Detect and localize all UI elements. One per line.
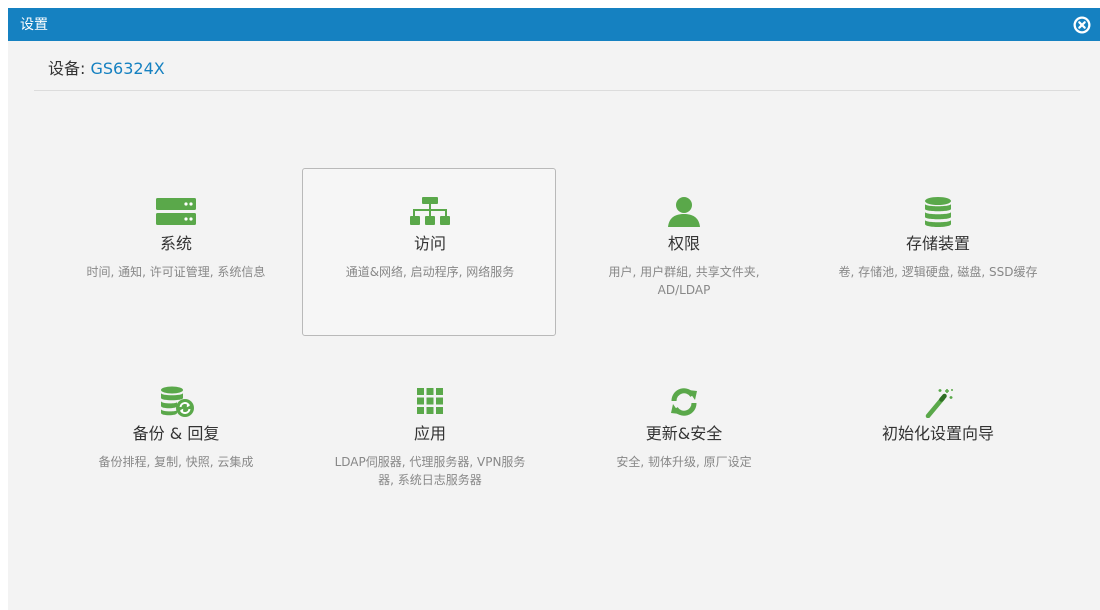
tile-backup-label: 备份 & 回复 (132, 424, 220, 443)
tile-apps-desc: LDAP伺服器, 代理服务器, VPN服务器, 系统日志服务器 (334, 455, 526, 487)
tile-access-desc: 通道&网络, 启动程序, 网络服务 (345, 265, 515, 279)
device-info: 设备: GS6324X (48, 59, 165, 79)
window-title: 设置 (20, 17, 48, 33)
database-icon (918, 196, 958, 228)
tile-setup-wizard-label: 初始化设置向导 (881, 424, 994, 443)
tile-permissions-label: 权限 (667, 234, 700, 253)
device-name: GS6324X (90, 59, 165, 78)
tile-permissions-desc: 用户, 用户群組, 共享文件夹, AD/LDAP (608, 265, 760, 297)
tile-backup[interactable]: 备份 & 回复 备份排程, 复制, 快照, 云集成 (48, 358, 302, 526)
tile-system[interactable]: 系统 时间, 通知, 许可证管理, 系统信息 (48, 168, 302, 336)
magic-wand-icon (918, 386, 958, 418)
tile-system-label: 系统 (159, 234, 192, 253)
tile-setup-wizard[interactable]: 初始化设置向导 (810, 358, 1064, 526)
backup-icon (156, 386, 196, 418)
device-label: 设备: (48, 59, 86, 78)
tile-system-desc: 时间, 通知, 许可证管理, 系统信息 (86, 265, 266, 279)
tile-apps-label: 应用 (413, 424, 446, 443)
tile-update-security[interactable]: 更新&安全 安全, 韧体升级, 原厂设定 (556, 358, 810, 526)
close-icon (1073, 16, 1091, 34)
settings-window: 设置 设备: GS6324X 系统 时间, 通知, 许可证管理, 系统信息 访问… (8, 8, 1100, 610)
server-icon (156, 196, 196, 228)
refresh-icon (664, 386, 704, 418)
close-button[interactable] (1072, 15, 1092, 35)
title-bar: 设置 (8, 8, 1100, 41)
tile-storage[interactable]: 存储装置 卷, 存储池, 逻辑硬盘, 磁盘, SSD缓存 (810, 168, 1064, 336)
apps-grid-icon (410, 386, 450, 418)
divider (34, 90, 1080, 91)
tile-backup-desc: 备份排程, 复制, 快照, 云集成 (98, 455, 254, 469)
tile-update-security-label: 更新&安全 (645, 424, 723, 443)
tile-permissions[interactable]: 权限 用户, 用户群組, 共享文件夹, AD/LDAP (556, 168, 810, 336)
tile-apps[interactable]: 应用 LDAP伺服器, 代理服务器, VPN服务器, 系统日志服务器 (302, 358, 556, 526)
user-icon (664, 196, 704, 228)
tile-storage-label: 存储装置 (905, 234, 970, 253)
network-icon (410, 196, 450, 228)
tile-access[interactable]: 访问 通道&网络, 启动程序, 网络服务 (302, 168, 556, 336)
tile-storage-desc: 卷, 存储池, 逻辑硬盘, 磁盘, SSD缓存 (838, 265, 1038, 279)
tile-access-label: 访问 (413, 234, 446, 253)
tile-update-security-desc: 安全, 韧体升级, 原厂设定 (616, 455, 752, 469)
